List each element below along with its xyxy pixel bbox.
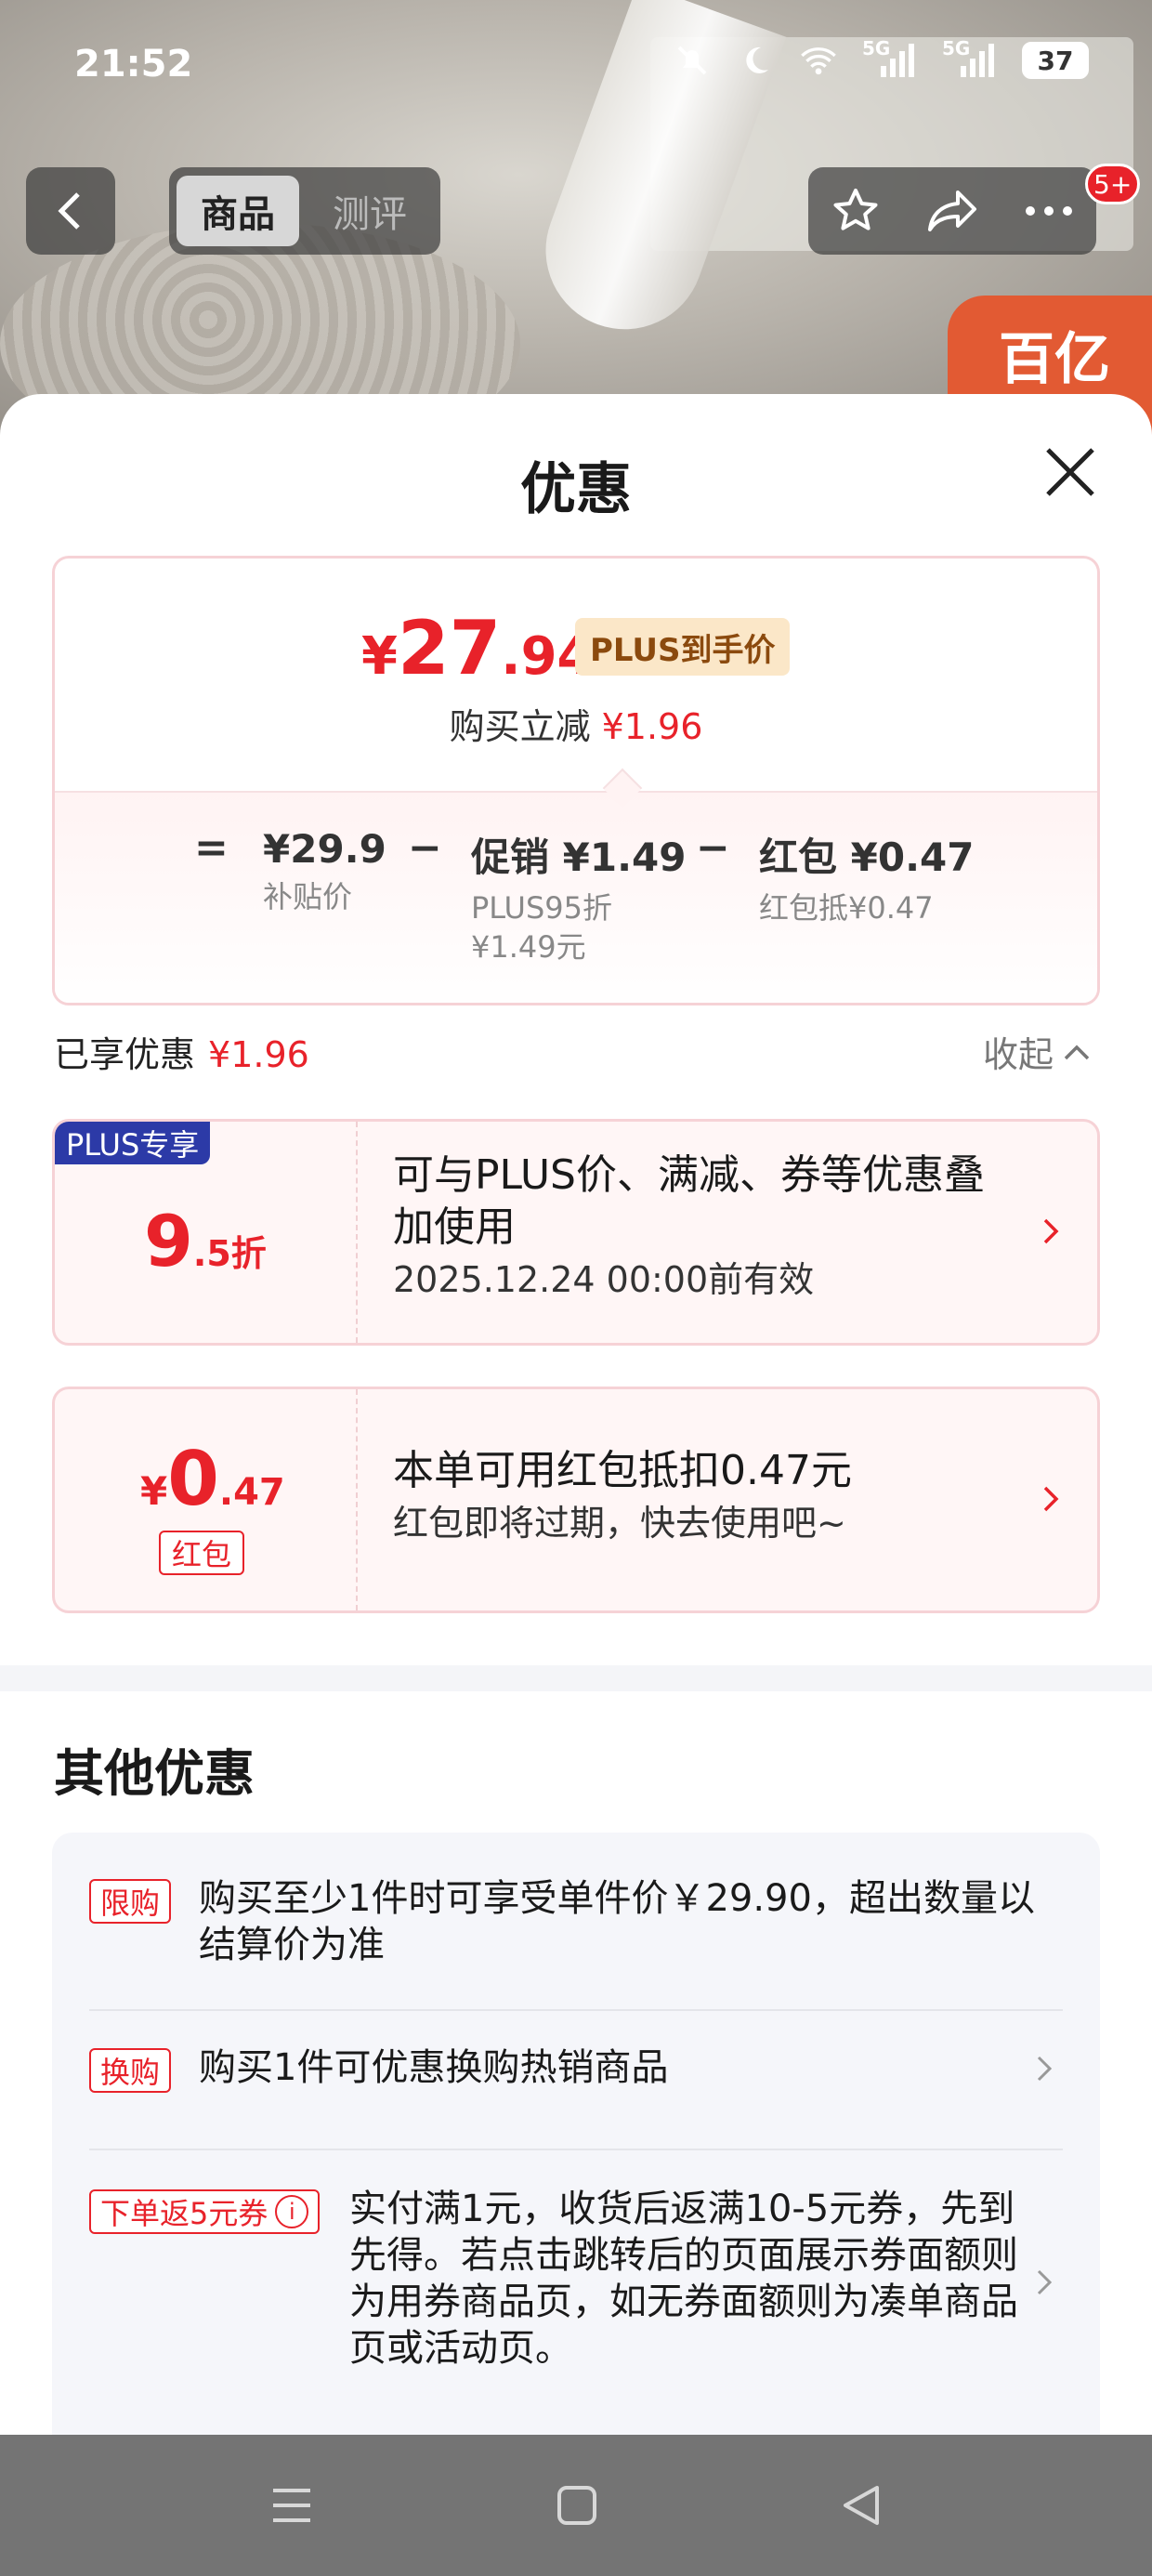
status-icons: 5G 5G 37 (673, 37, 1089, 80)
sheet-title: 优惠 (520, 457, 632, 522)
system-nav-bar (0, 2435, 1152, 2576)
formula-subsidy: ¥29.9 补贴价 (263, 826, 386, 914)
chevron-right-icon (1037, 2269, 1053, 2295)
final-price: ¥ 27 .94 (361, 605, 594, 691)
info-icon[interactable]: i (275, 2195, 309, 2228)
page-tabs: 商品 测评 (169, 167, 440, 255)
signal-icon-2: 5G (942, 37, 998, 80)
signal-icon-1: 5G (862, 37, 918, 80)
status-bar: 21:52 5G 5G 37 (0, 0, 1152, 139)
chevron-right-icon (1043, 1218, 1059, 1244)
divider (89, 2149, 1063, 2150)
redpacket-desc: 本单可用红包抵扣0.47元 红包即将过期，快去使用吧~ (393, 1447, 852, 1544)
plus-exclusive-label: PLUS专享 (55, 1122, 211, 1164)
status-time: 21:52 (74, 43, 193, 85)
star-icon[interactable] (830, 185, 882, 237)
tab-review[interactable]: 测评 (308, 176, 431, 246)
formula-promo: 促销 ¥1.49 PLUS95折 ¥1.49元 (471, 835, 687, 965)
enjoyed-discount: 已享优惠 ¥1.96 (54, 1034, 309, 1075)
back-icon[interactable] (840, 2484, 883, 2527)
wifi-icon (799, 41, 838, 80)
minus-sign: − (696, 824, 730, 872)
moon-icon (736, 41, 775, 80)
redpacket-value: ¥ 0 .47 红包 (55, 1389, 358, 1610)
equals-sign: = (194, 824, 229, 872)
price-breakdown-card: ¥ 27 .94 PLUS到手价 购买立减 ¥1.96 = ¥29.9 补贴价 −… (52, 556, 1100, 1005)
discount-sheet: 优惠 ¥ 27 .94 PLUS到手价 购买立减 ¥1.96 = ¥29.9 补贴… (0, 394, 1152, 2464)
list-item-exchange[interactable]: 换购 购买1件可优惠换购热销商品 (89, 2044, 1063, 2109)
instant-reduce: 购买立减 ¥1.96 (449, 706, 703, 747)
chevron-right-icon (1037, 2056, 1053, 2082)
chevron-up-icon (1064, 1045, 1090, 1059)
other-discounts-title: 其他优惠 (54, 1744, 255, 1803)
tab-product[interactable]: 商品 (177, 176, 299, 246)
coupon-tag: 下单返5元券 i (89, 2189, 321, 2234)
price-summary: ¥ 27 .94 PLUS到手价 购买立减 ¥1.96 (55, 559, 1097, 791)
redpacket-tag: 红包 (159, 1531, 244, 1575)
other-discounts-list: 限购 购买至少1件时可享受单件价￥29.90，超出数量以结算价为准 换购 购买1… (52, 1833, 1100, 2464)
back-button[interactable] (26, 167, 115, 255)
menu-icon[interactable] (269, 2485, 314, 2526)
notification-badge: 5+ (1085, 164, 1141, 204)
list-item-coupon[interactable]: 下单返5元券 i 实付满1元，收货后返满10-5元券，先到先得。若点击跳转后的页… (89, 2186, 1063, 2399)
price-formula: = ¥29.9 补贴价 − 促销 ¥1.49 PLUS95折 ¥1.49元 − … (55, 791, 1097, 1003)
top-actions (808, 167, 1096, 255)
formula-redpacket: 红包 ¥0.47 红包抵¥0.47 (759, 835, 975, 926)
section-divider (0, 1665, 1152, 1691)
collapse-button[interactable]: 收起 (983, 1026, 1091, 1077)
battery-icon: 37 (1022, 42, 1089, 79)
mute-icon (673, 41, 712, 80)
redpacket-card[interactable]: ¥ 0 .47 红包 本单可用红包抵扣0.47元 红包即将过期，快去使用吧~ (52, 1387, 1100, 1613)
list-item-limit: 限购 购买至少1件时可享受单件价￥29.90，超出数量以结算价为准 (89, 1875, 1063, 1978)
plus-discount-desc: 可与PLUS价、满减、券等优惠叠加使用 2025.12.24 00:00前有效 (393, 1151, 985, 1300)
exchange-tag: 换购 (89, 2048, 172, 2093)
close-icon[interactable] (1041, 442, 1100, 502)
divider (89, 2009, 1063, 2011)
share-icon[interactable] (924, 185, 980, 237)
plus-price-tag: PLUS到手价 (575, 618, 791, 676)
more-icon[interactable] (1023, 202, 1075, 220)
home-icon[interactable] (556, 2484, 598, 2527)
chevron-left-icon (58, 192, 80, 230)
minus-sign: − (408, 824, 442, 872)
limit-tag: 限购 (89, 1879, 172, 1924)
plus-discount-card[interactable]: PLUS专享 9 .5折 可与PLUS价、满减、券等优惠叠加使用 2025.12… (52, 1119, 1100, 1346)
plus-discount-value: PLUS专享 9 .5折 (55, 1122, 358, 1343)
chevron-right-icon (1043, 1486, 1059, 1512)
